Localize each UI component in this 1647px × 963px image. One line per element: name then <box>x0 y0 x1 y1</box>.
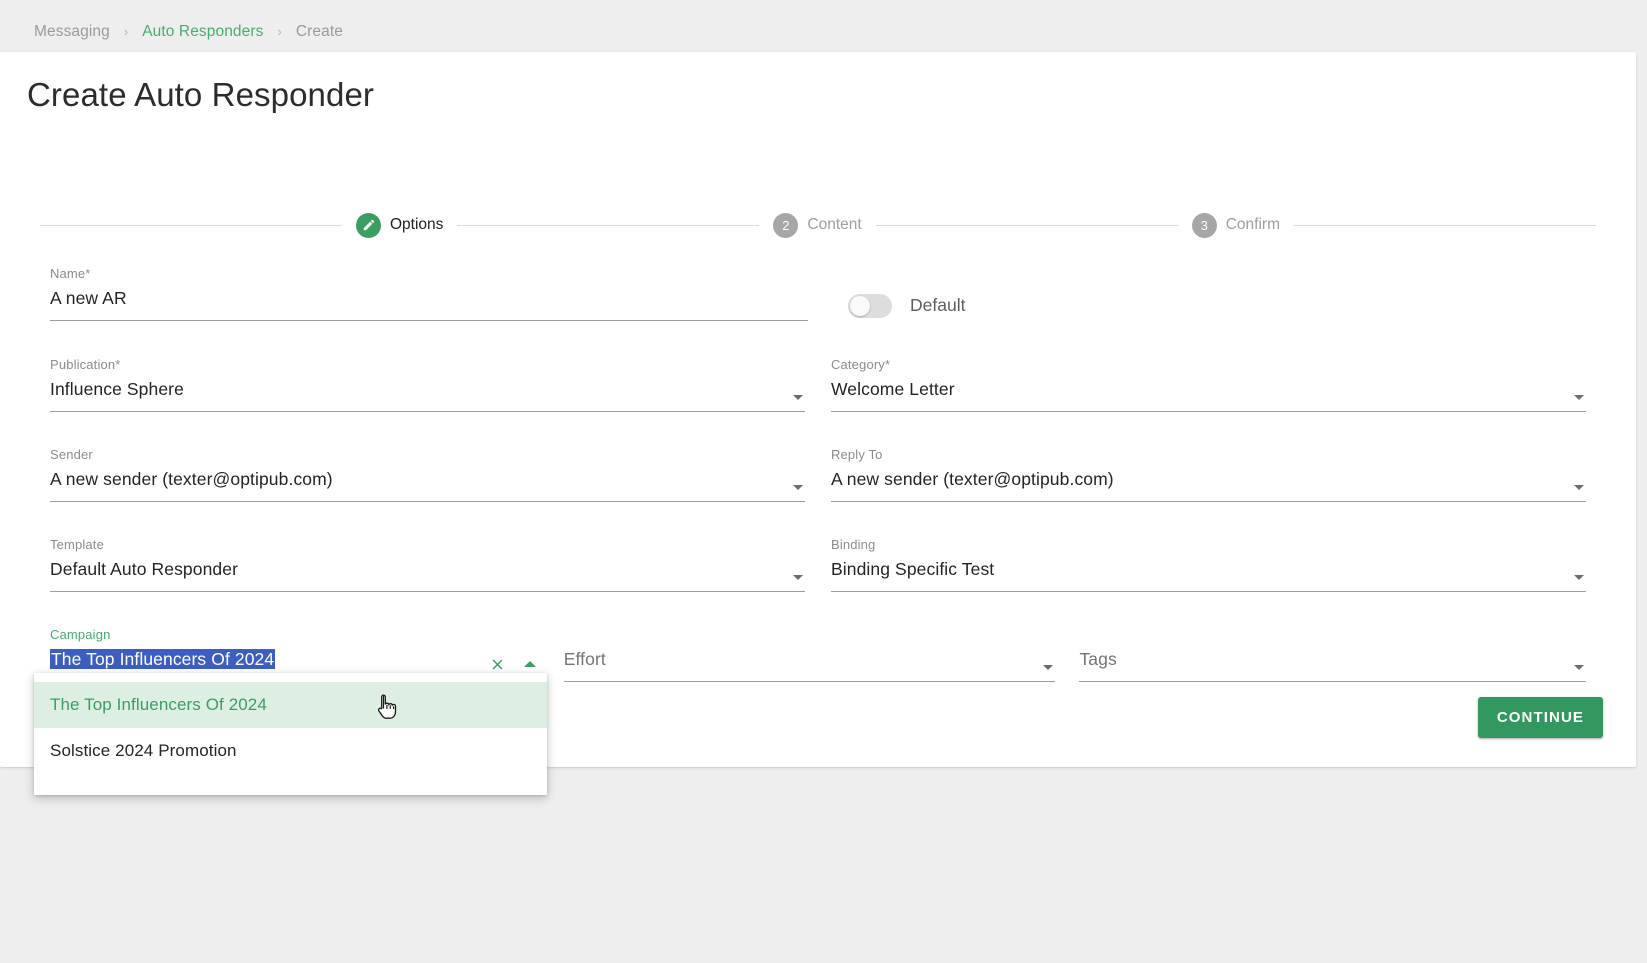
publication-label: Publication* <box>50 357 121 372</box>
stepper-line <box>875 224 1178 226</box>
reply-to-value: A new sender (texter@optipub.com) <box>831 469 1114 489</box>
stepper-line <box>457 224 760 226</box>
stepper-step-confirm-circle: 3 <box>1191 212 1217 238</box>
chevron-down-icon[interactable] <box>1574 485 1584 490</box>
binding-value: Binding Specific Test <box>831 559 995 579</box>
stepper-step-options-circle <box>356 212 381 238</box>
breadcrumb-separator-icon: › <box>123 23 129 39</box>
template-label: Template <box>50 537 104 552</box>
effort-underline <box>563 681 1056 682</box>
tags-placeholder: Tags <box>1079 649 1117 669</box>
template-underline <box>50 591 805 592</box>
form-row-sender-replyto: Sender A new sender (texter@optipub.com)… <box>0 445 1636 502</box>
create-auto-responder-card: Create Auto Responder Options 2 Content … <box>0 52 1636 767</box>
campaign-option-solstice-2024-promotion[interactable]: Solstice 2024 Promotion <box>34 728 547 774</box>
sender-label: Sender <box>50 447 93 462</box>
pencil-icon <box>363 219 374 231</box>
effort-placeholder: Effort <box>563 649 606 669</box>
page-title: Create Auto Responder <box>27 76 374 113</box>
stepper-step-confirm-label: Confirm <box>1225 216 1280 233</box>
campaign-input-selected-text: The Top Influencers Of 2024 <box>50 649 276 669</box>
chevron-down-icon[interactable] <box>793 575 803 580</box>
breadcrumb-separator-icon: › <box>277 23 282 39</box>
template-value: Default Auto Responder <box>50 559 239 579</box>
category-select[interactable]: Category* Welcome Letter <box>831 355 1586 412</box>
name-field-label: Name* <box>50 266 91 281</box>
campaign-label: Campaign <box>50 627 111 642</box>
tags-select[interactable]: Tags <box>1079 625 1586 682</box>
continue-button[interactable]: CONTINUE <box>1477 697 1603 738</box>
category-label: Category* <box>831 357 891 372</box>
default-toggle-group[interactable]: Default <box>848 264 965 321</box>
form-row-publication-category: Publication* Influence Sphere Category* … <box>0 355 1636 412</box>
stepper-line <box>40 224 342 226</box>
publication-underline <box>50 411 805 412</box>
name-field-value[interactable]: A new AR <box>50 286 808 310</box>
breadcrumb-item-messaging[interactable]: Messaging <box>34 23 110 41</box>
stepper-step-options[interactable]: Options <box>356 212 444 238</box>
default-toggle-knob <box>850 295 870 316</box>
category-underline <box>831 411 1586 412</box>
chevron-down-icon[interactable] <box>1574 665 1584 670</box>
binding-underline <box>831 591 1586 592</box>
breadcrumb-item-create: Create <box>295 23 343 40</box>
stepper-step-content-circle: 2 <box>773 212 799 238</box>
binding-label: Binding <box>831 537 876 552</box>
campaign-input[interactable]: The Top Influencers Of 2024 <box>50 647 540 671</box>
reply-to-label: Reply To <box>831 447 883 462</box>
stepper-step-content[interactable]: 2 Content <box>773 212 862 238</box>
campaign-field-icons <box>489 655 536 673</box>
effort-select[interactable]: Effort <box>563 625 1056 682</box>
auto-responder-form: Name* A new AR Default Publication* Infl… <box>0 238 1636 682</box>
publication-select[interactable]: Publication* Influence Sphere <box>50 355 805 412</box>
chevron-down-icon[interactable] <box>793 395 803 400</box>
stepper-step-confirm[interactable]: 3 Confirm <box>1191 212 1280 238</box>
stepper-step-options-label: Options <box>390 216 444 233</box>
tags-underline <box>1079 681 1586 682</box>
caret-up-icon[interactable] <box>523 661 536 667</box>
default-toggle-label: Default <box>910 295 966 315</box>
breadcrumb-item-auto-responders[interactable]: Auto Responders <box>142 23 263 41</box>
stepper-step-content-label: Content <box>807 216 862 233</box>
app-viewport: Messaging › Auto Responders › Create Cre… <box>0 0 1647 963</box>
chevron-down-icon[interactable] <box>793 485 803 490</box>
default-toggle[interactable] <box>848 293 892 318</box>
binding-select[interactable]: Binding Binding Specific Test <box>831 535 1586 592</box>
sender-value: A new sender (texter@optipub.com) <box>50 469 333 489</box>
close-icon[interactable] <box>489 655 507 673</box>
publication-value: Influence Sphere <box>50 379 184 399</box>
chevron-down-icon[interactable] <box>1574 395 1584 400</box>
form-row-template-binding: Template Default Auto Responder Binding … <box>0 535 1636 592</box>
chevron-down-icon[interactable] <box>1574 575 1584 580</box>
template-select[interactable]: Template Default Auto Responder <box>50 535 805 592</box>
reply-to-select[interactable]: Reply To A new sender (texter@optipub.co… <box>831 445 1586 502</box>
name-field-underline <box>50 320 808 321</box>
category-value: Welcome Letter <box>831 379 955 399</box>
stepper-line <box>1293 224 1596 226</box>
campaign-option-the-top-influencers-of-2024[interactable]: The Top Influencers Of 2024 <box>34 682 547 728</box>
campaign-dropdown-menu[interactable]: The Top Influencers Of 2024 Solstice 202… <box>34 673 547 795</box>
chevron-down-icon[interactable] <box>1043 665 1054 670</box>
sender-select[interactable]: Sender A new sender (texter@optipub.com) <box>50 445 805 502</box>
name-field[interactable]: Name* A new AR <box>50 264 808 321</box>
sender-underline <box>50 501 805 502</box>
form-row-name: Name* A new AR Default <box>0 264 1636 321</box>
breadcrumb: Messaging › Auto Responders › Create <box>34 20 343 44</box>
reply-to-underline <box>831 501 1586 502</box>
